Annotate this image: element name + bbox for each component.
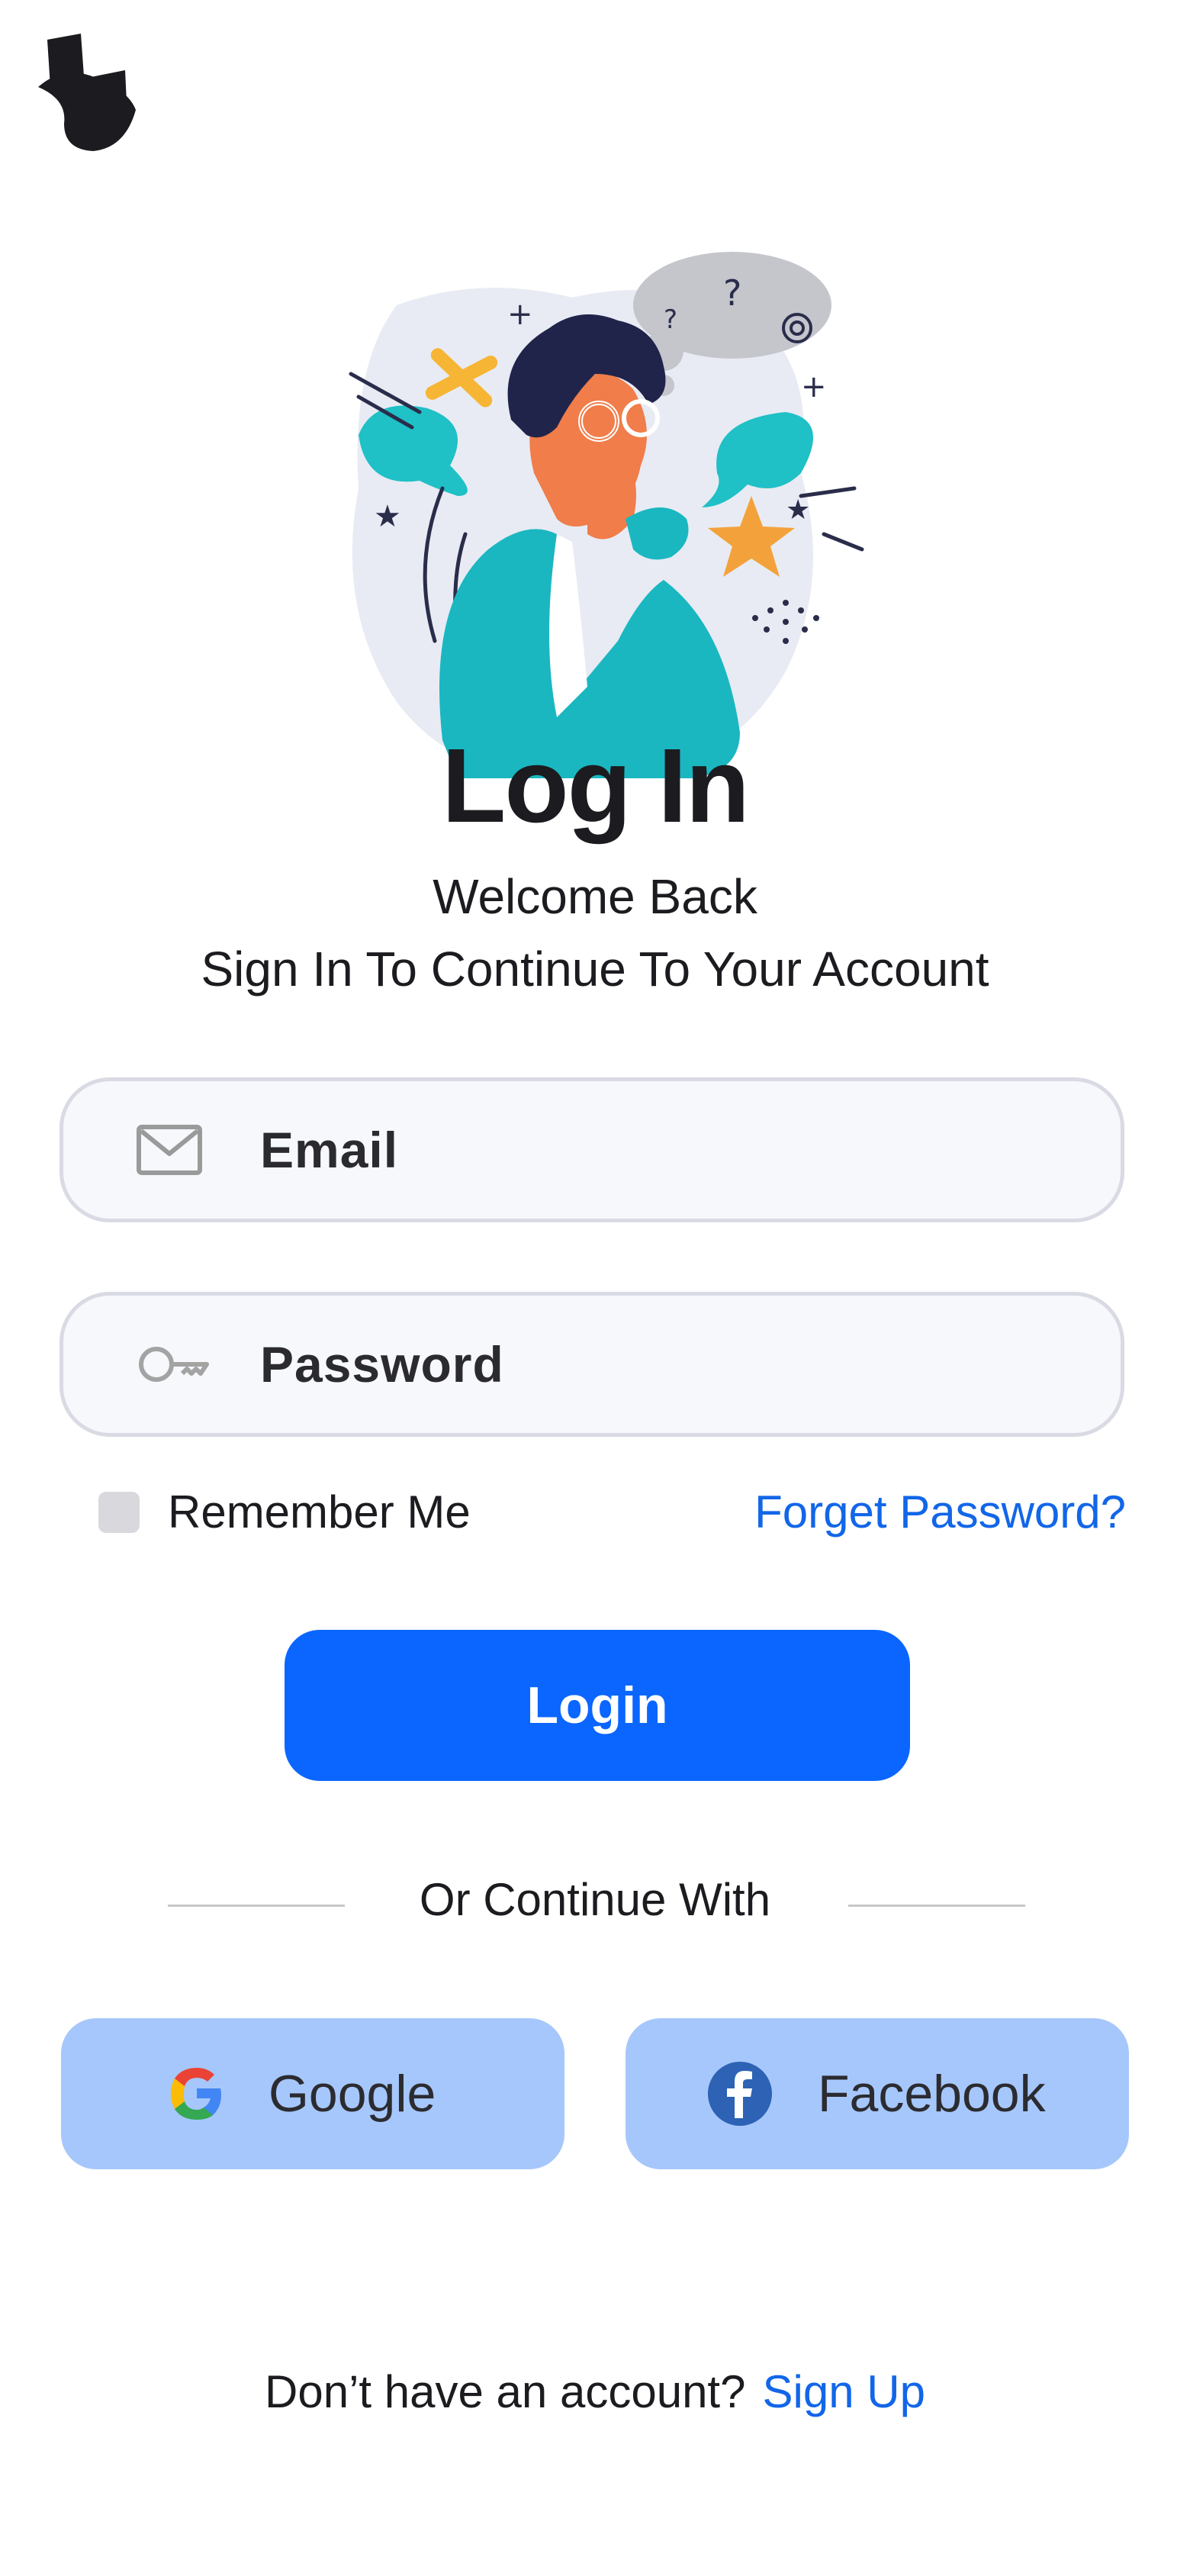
password-field[interactable]: Password bbox=[60, 1292, 1124, 1437]
password-placeholder: Password bbox=[260, 1336, 504, 1393]
app-logo-icon bbox=[38, 34, 136, 151]
email-field[interactable]: Email bbox=[60, 1077, 1124, 1222]
signup-prompt: Don’t have an account? bbox=[265, 2366, 746, 2417]
google-label: Google bbox=[269, 2065, 436, 2123]
page-title: Log In bbox=[442, 727, 750, 845]
divider-line-right bbox=[848, 1905, 1025, 1907]
google-icon bbox=[170, 2068, 221, 2120]
welcome-heading: Welcome Back bbox=[433, 869, 757, 924]
facebook-label: Facebook bbox=[818, 2065, 1046, 2123]
svg-text:?: ? bbox=[664, 304, 677, 335]
forget-password-link[interactable]: Forget Password? bbox=[754, 1484, 1126, 1541]
facebook-icon bbox=[708, 2062, 772, 2126]
svg-text:★: ★ bbox=[374, 499, 401, 534]
login-button[interactable]: Login bbox=[285, 1630, 910, 1781]
divider-text: Or Continue With bbox=[419, 1874, 771, 1925]
facebook-login-button[interactable]: Facebook bbox=[626, 2018, 1129, 2169]
google-login-button[interactable]: Google bbox=[61, 2018, 564, 2169]
remember-me-label: Remember Me bbox=[168, 1486, 471, 1538]
svg-text:★: ★ bbox=[786, 494, 810, 526]
subtitle: Sign In To Continue To Your Account bbox=[201, 942, 989, 997]
svg-text:+: + bbox=[507, 297, 533, 332]
email-placeholder: Email bbox=[260, 1122, 399, 1178]
sign-up-link[interactable]: Sign Up bbox=[762, 2366, 925, 2417]
mail-icon bbox=[137, 1125, 202, 1175]
signup-prompt-row: Don’t have an account? Sign Up bbox=[0, 2362, 1190, 2423]
remember-me-checkbox[interactable] bbox=[98, 1492, 140, 1533]
svg-text:+: + bbox=[801, 369, 827, 404]
svg-text:?: ? bbox=[723, 272, 741, 314]
key-icon bbox=[139, 1347, 209, 1382]
